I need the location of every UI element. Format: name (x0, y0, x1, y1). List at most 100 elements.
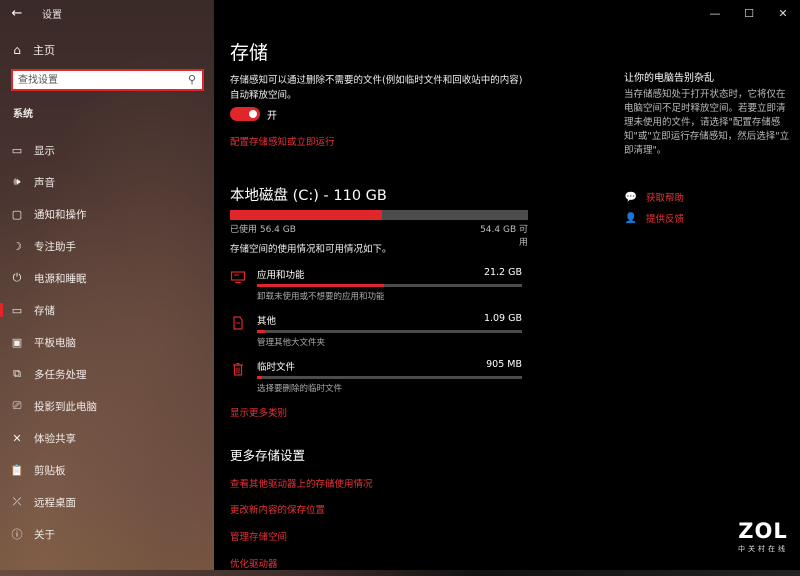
disk-title: 本地磁盘 (C:) - 110 GB (230, 188, 387, 204)
multitask-icon: ⧉ (13, 367, 21, 380)
disk-usage-fill (230, 210, 382, 220)
category-usage-bar (257, 376, 522, 379)
give-feedback-label: 提供反馈 (646, 214, 685, 225)
sidebar-item-multitask[interactable]: ⧉ 多任务处理 (0, 358, 214, 390)
sidebar-item-label: 电源和睡眠 (34, 272, 87, 285)
bottom-strip (0, 570, 800, 576)
toggle-label: 开 (267, 111, 277, 122)
right-panel-title: 让你的电脑告别杂乱 (624, 73, 714, 84)
search-input[interactable] (13, 71, 183, 89)
power-icon: ⏻ (12, 271, 22, 284)
search-icon[interactable]: ⚲ (188, 73, 196, 86)
storage-sense-description: 存储感知可以通过删除不需要的文件(例如临时文件和回收站中的内容)自动释放空间。 (230, 75, 523, 101)
section-label: 系统 (13, 109, 33, 120)
zol-watermark: ZOL 中关村在线 (738, 520, 788, 554)
speaker-icon: 🕪 (13, 175, 21, 188)
clipboard-icon: 📋 (10, 463, 24, 477)
storage-sense-toggle[interactable] (230, 107, 260, 121)
disk-used: 已使用 56.4 GB (230, 225, 296, 235)
sidebar-item-share[interactable]: ✕ 体验共享 (0, 422, 214, 454)
give-feedback-link[interactable]: 👤 提供反馈 (624, 211, 685, 226)
sidebar-item-project[interactable]: ⎚ 投影到此电脑 (0, 390, 214, 422)
more-storage-link[interactable]: 更改新内容的保存位置 (230, 502, 325, 516)
category-description: 管理其他大文件夹 (257, 338, 326, 348)
sidebar-item-tablet[interactable]: ▣ 平板电脑 (0, 326, 214, 358)
close-button[interactable]: ✕ (766, 0, 800, 26)
category-size: 21.2 GB (483, 267, 522, 278)
sidebar-item-label: 关于 (34, 528, 55, 541)
sidebar-item-label: 通知和操作 (34, 208, 87, 221)
category-name: 临时文件 (257, 362, 296, 373)
sidebar-item-label: 投影到此电脑 (34, 400, 97, 413)
watermark-sub: 中关村在线 (738, 545, 788, 553)
watermark-main: ZOL (738, 519, 788, 543)
sidebar-item-label: 存储 (34, 304, 55, 317)
remote-desktop-icon: ⤫ (12, 495, 22, 508)
sidebar-item-label: 远程桌面 (34, 496, 76, 509)
category-usage-fill (257, 376, 263, 379)
share-icon: ✕ (12, 431, 22, 445)
more-storage-link[interactable]: 管理存储空间 (230, 529, 287, 543)
category-size: 905 MB (486, 359, 522, 370)
search-box[interactable]: ⚲ (11, 69, 204, 91)
sidebar-item-label: 专注助手 (34, 240, 76, 253)
sidebar-item-display[interactable]: ▭ 显示 (0, 134, 214, 166)
storage-category[interactable]: 应用和功能 21.2 GB 卸载未使用或不想要的应用和功能 (230, 267, 530, 303)
trash-icon (230, 361, 246, 377)
sidebar-item-label: 体验共享 (34, 432, 76, 445)
sidebar-item-label: 剪贴板 (34, 464, 66, 477)
disk-usage-bar (230, 210, 528, 220)
category-description: 选择要删除的临时文件 (257, 384, 343, 394)
tablet-icon: ▣ (11, 335, 23, 349)
notification-icon: ▢ (11, 207, 23, 221)
sidebar-item-label: 平板电脑 (34, 336, 76, 349)
app-title: 设置 (42, 9, 62, 21)
sidebar-item-remote-desktop[interactable]: ⤫ 远程桌面 (0, 486, 214, 518)
category-usage-bar (257, 330, 522, 333)
sidebar-item-storage[interactable]: ▭ 存储 (0, 294, 214, 326)
main-content: — ☐ ✕ 存储 存储感知可以通过删除不需要的文件(例如临时文件和回收站中的内容… (214, 0, 800, 576)
feedback-icon: 👤 (624, 212, 638, 224)
sidebar-item-home[interactable]: ⌂ 主页 (0, 38, 214, 62)
maximize-button[interactable]: ☐ (732, 0, 766, 26)
show-more-categories-link[interactable]: 显示更多类别 (230, 405, 287, 419)
back-button[interactable]: ← (0, 0, 34, 26)
sidebar-item-notification[interactable]: ▢ 通知和操作 (0, 198, 214, 230)
apps-icon (230, 269, 246, 285)
category-size: 1.09 GB (483, 313, 522, 324)
folder-icon (230, 315, 246, 331)
help-chat-icon: 💬 (624, 191, 638, 203)
sidebar-item-label: 多任务处理 (34, 368, 87, 381)
sidebar: ← 设置 ⌂ 主页 ⚲ 系统 ▭ 显示 🕪 声音 ▢ 通知和操作 ☽ 专注助手 ⏻ 电源和睡眠 ▭ 存… (0, 0, 214, 576)
moon-icon: ☽ (12, 239, 22, 253)
category-description: 卸载未使用或不想要的应用和功能 (257, 292, 385, 302)
sidebar-item-clipboard[interactable]: 📋 剪贴板 (0, 454, 214, 486)
storage-category[interactable]: 临时文件 905 MB 选择要删除的临时文件 (230, 359, 530, 395)
more-storage-settings-title: 更多存储设置 (230, 448, 306, 463)
sidebar-item-speaker[interactable]: 🕪 声音 (0, 166, 214, 198)
storage-icon: ▭ (11, 303, 23, 317)
more-storage-link[interactable]: 优化驱动器 (230, 556, 278, 570)
disk-description: 存储空间的使用情况和可用情况如下。 (230, 244, 392, 255)
display-icon: ▭ (11, 143, 23, 157)
sidebar-item-power[interactable]: ⏻ 电源和睡眠 (0, 262, 214, 294)
home-icon: ⌂ (13, 43, 21, 57)
category-name: 其他 (257, 316, 277, 327)
info-icon: ⓘ (11, 528, 23, 541)
project-icon: ⎚ (12, 399, 22, 412)
storage-category[interactable]: 其他 1.09 GB 管理其他大文件夹 (230, 313, 530, 349)
page-title: 存储 (230, 42, 269, 64)
title-bar: ← 设置 (0, 0, 214, 26)
category-usage-fill (257, 330, 265, 333)
more-storage-link[interactable]: 查看其他驱动器上的存储使用情况 (230, 476, 373, 490)
minimize-button[interactable]: — (698, 0, 732, 26)
get-help-label: 获取帮助 (646, 193, 685, 204)
sidebar-item-moon[interactable]: ☽ 专注助手 (0, 230, 214, 262)
window-controls: — ☐ ✕ (698, 0, 800, 26)
category-name: 应用和功能 (257, 270, 305, 281)
configure-storage-sense-link[interactable]: 配置存储感知或立即运行 (230, 134, 335, 148)
sidebar-item-info[interactable]: ⓘ 关于 (0, 518, 214, 550)
sidebar-nav: ▭ 显示 🕪 声音 ▢ 通知和操作 ☽ 专注助手 ⏻ 电源和睡眠 ▭ 存储 ▣ 平板电脑 ⧉ 多任务处理 ⎚ 投影… (0, 134, 214, 550)
home-label: 主页 (33, 44, 55, 57)
get-help-link[interactable]: 💬 获取帮助 (624, 190, 685, 205)
